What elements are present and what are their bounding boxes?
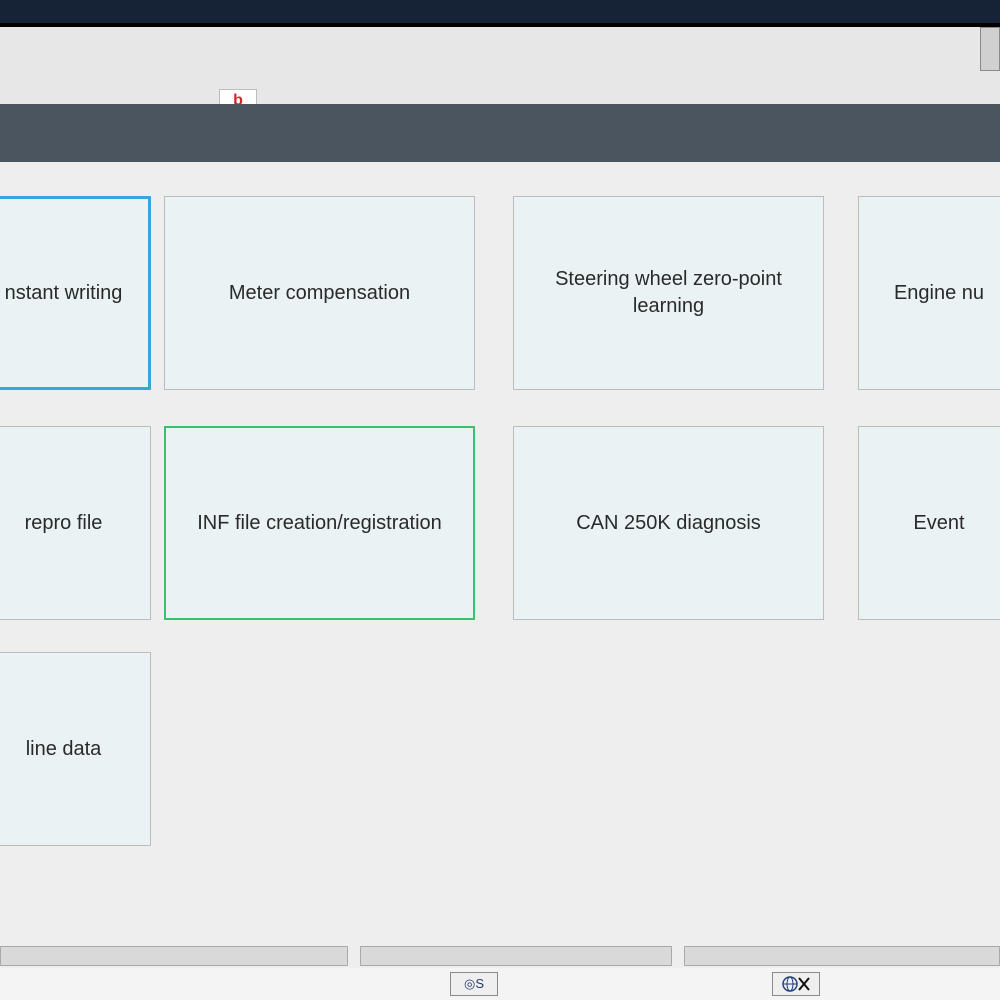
tile-label: repro file: [25, 510, 103, 537]
bottom-tab-2[interactable]: [360, 946, 672, 966]
tile-repro-file[interactable]: repro file: [0, 426, 151, 620]
tile-label: Meter compensation: [229, 280, 410, 307]
tile-inf-file-creation[interactable]: INF file creation/registration: [164, 426, 475, 620]
tile-label: Steering wheel zero-point learning: [528, 266, 809, 320]
footer-status-icon[interactable]: ◎S: [450, 972, 498, 996]
window-titlebar: [0, 0, 1000, 23]
tile-label: Event: [913, 510, 964, 537]
tile-label: nstant writing: [5, 280, 123, 307]
tile-label: CAN 250K diagnosis: [576, 510, 761, 537]
tile-panel: nstant writing Meter compensation Steeri…: [0, 162, 1000, 951]
footer-bar: [0, 968, 1000, 1000]
globe-x-icon: [781, 975, 811, 993]
tile-event[interactable]: Event: [858, 426, 1000, 620]
tile-instant-writing[interactable]: nstant writing: [0, 196, 151, 390]
tile-line-data[interactable]: line data: [0, 652, 151, 846]
bottom-tab-1[interactable]: [0, 946, 348, 966]
tile-meter-compensation[interactable]: Meter compensation: [164, 196, 475, 390]
footer-status-label: ◎S: [464, 976, 484, 992]
tile-label: line data: [26, 736, 102, 763]
bottom-tabs: [0, 946, 1000, 968]
tile-label: INF file creation/registration: [197, 510, 442, 537]
toolbar-area: [0, 27, 1000, 104]
tile-can-250k-diagnosis[interactable]: CAN 250K diagnosis: [513, 426, 824, 620]
footer-disconnect-icon[interactable]: [772, 972, 820, 996]
tile-label: Engine nu: [894, 280, 984, 307]
toolbar-button[interactable]: [980, 27, 1000, 71]
section-banner: [0, 104, 1000, 162]
bottom-tab-3[interactable]: [684, 946, 1000, 966]
tile-steering-zero-point[interactable]: Steering wheel zero-point learning: [513, 196, 824, 390]
tile-engine-number[interactable]: Engine nu: [858, 196, 1000, 390]
